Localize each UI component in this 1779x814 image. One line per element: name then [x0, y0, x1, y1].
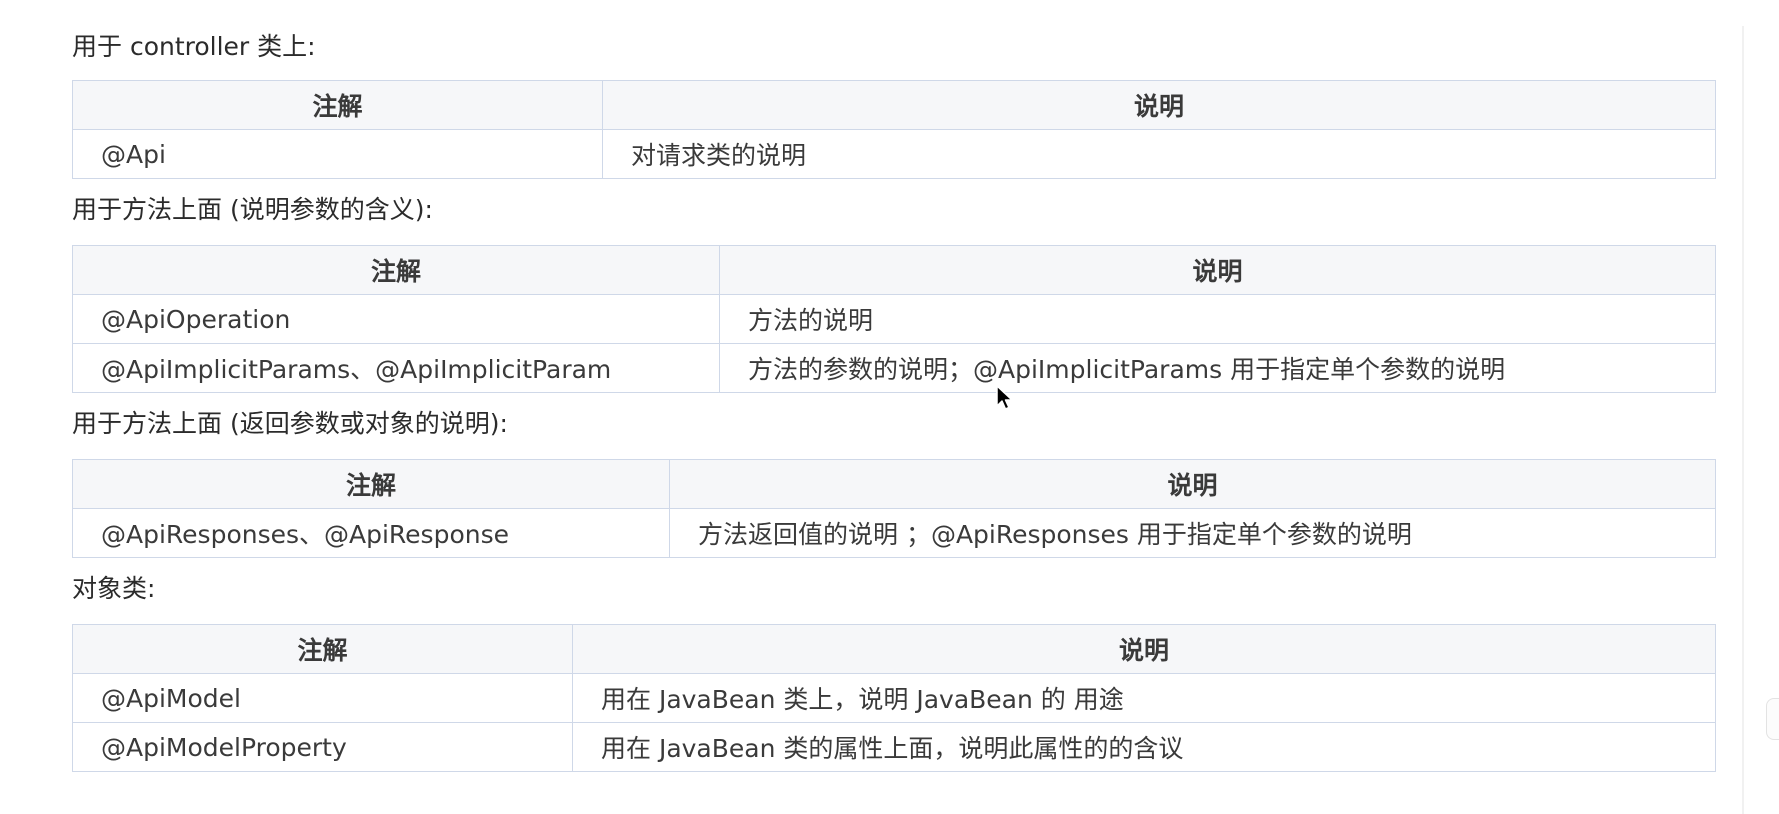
description-cell: 用在 JavaBean 类的属性上面，说明此属性的的含议 — [572, 722, 1716, 772]
table-row: @ApiModelProperty 用在 JavaBean 类的属性上面，说明此… — [72, 722, 1716, 772]
table-row: @ApiResponses、@ApiResponse 方法返回值的说明 ；@Ap… — [72, 508, 1716, 558]
table-header-row: 注解 说明 — [72, 245, 1716, 295]
description-cell: 方法返回值的说明 ；@ApiResponses 用于指定单个参数的说明 — [669, 508, 1716, 558]
table-row: @ApiImplicitParams、@ApiImplicitParam 方法的… — [72, 343, 1716, 393]
method-response-annotations-table: 注解 说明 @ApiResponses、@ApiResponse 方法返回值的说… — [72, 459, 1716, 558]
section-title-method-params: 用于方法上面 (说明参数的含义): — [72, 195, 433, 224]
description-cell: 方法的说明 — [719, 294, 1716, 344]
description-cell: 方法的参数的说明；@ApiImplicitParams 用于指定单个参数的说明 — [719, 343, 1716, 393]
column-header-description: 说明 — [602, 80, 1716, 130]
column-header-annotation: 注解 — [72, 245, 720, 295]
table-row: @Api 对请求类的说明 — [72, 129, 1716, 179]
annotation-cell: @ApiOperation — [72, 294, 720, 344]
table-header-row: 注解 说明 — [72, 80, 1716, 130]
description-cell: 对请求类的说明 — [602, 129, 1716, 179]
column-header-description: 说明 — [572, 624, 1716, 674]
annotation-cell: @Api — [72, 129, 603, 179]
column-header-description: 说明 — [719, 245, 1716, 295]
table-row: @ApiModel 用在 JavaBean 类上，说明 JavaBean 的 用… — [72, 673, 1716, 723]
section-title-model-class: 对象类: — [72, 574, 156, 603]
annotation-cell: @ApiResponses、@ApiResponse — [72, 508, 670, 558]
annotation-doc: 用于 controller 类上: 注解 说明 @Api 对请求类的说明 用于方… — [72, 0, 1716, 772]
table-row: @ApiOperation 方法的说明 — [72, 294, 1716, 344]
model-annotations-table: 注解 说明 @ApiModel 用在 JavaBean 类上，说明 JavaBe… — [72, 624, 1716, 772]
column-header-annotation: 注解 — [72, 80, 603, 130]
annotation-cell: @ApiModel — [72, 673, 573, 723]
table-header-row: 注解 说明 — [72, 624, 1716, 674]
section-title-method-returns: 用于方法上面 (返回参数或对象的说明): — [72, 409, 508, 438]
mouse-cursor-icon — [996, 385, 1013, 410]
annotation-cell: @ApiImplicitParams、@ApiImplicitParam — [72, 343, 720, 393]
column-header-description: 说明 — [669, 459, 1716, 509]
column-header-annotation: 注解 — [72, 624, 573, 674]
table-header-row: 注解 说明 — [72, 459, 1716, 509]
column-header-annotation: 注解 — [72, 459, 670, 509]
controller-annotations-table: 注解 说明 @Api 对请求类的说明 — [72, 80, 1716, 179]
scrollbar-track[interactable] — [1742, 26, 1744, 814]
description-cell: 用在 JavaBean 类上，说明 JavaBean 的 用途 — [572, 673, 1716, 723]
annotation-cell: @ApiModelProperty — [72, 722, 573, 772]
method-param-annotations-table: 注解 说明 @ApiOperation 方法的说明 @ApiImplicitPa… — [72, 245, 1716, 393]
side-tab-handle[interactable] — [1766, 698, 1779, 740]
section-title-controller: 用于 controller 类上: — [72, 32, 316, 61]
